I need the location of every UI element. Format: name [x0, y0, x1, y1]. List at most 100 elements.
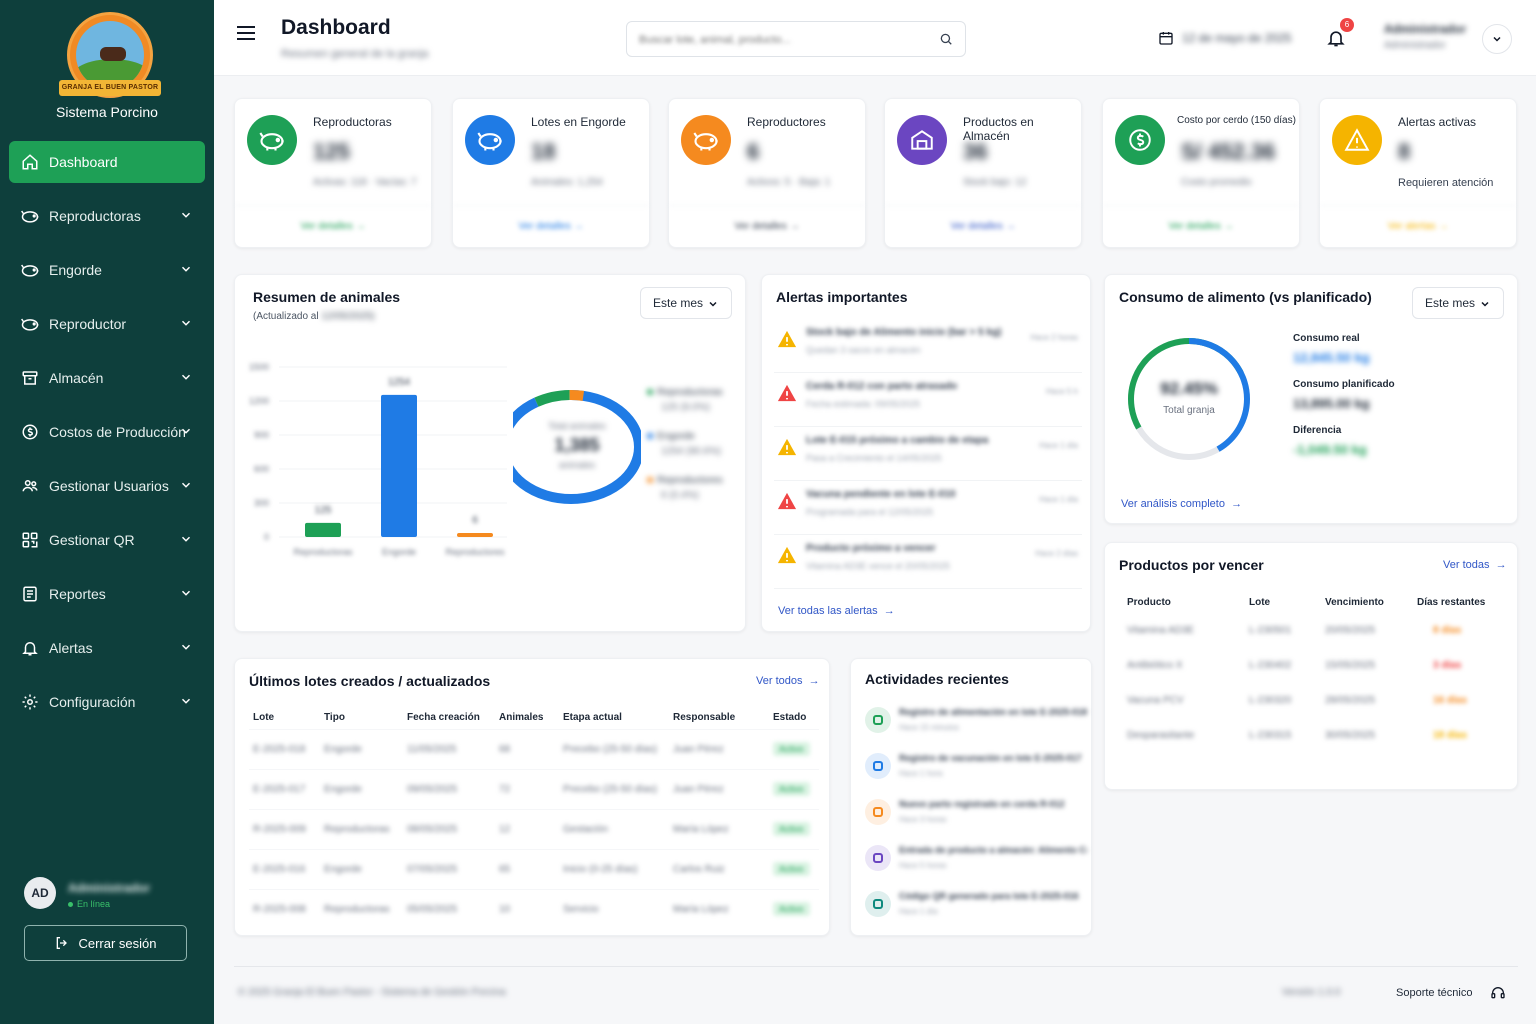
sidebar-item-label: Gestionar Usuarios	[49, 478, 169, 494]
legend-name: Reproductoras	[657, 387, 723, 398]
stat-card-reproductores: Reproductores 6 Activos: 5 · Baja: 1 Ver…	[668, 98, 866, 248]
cell-etapa: Inicio (0-25 días)	[563, 863, 638, 875]
sidebar-item-reportes[interactable]: Reportes	[9, 573, 205, 615]
full-analysis-link[interactable]: Ver análisis completo →	[1121, 498, 1242, 510]
search-input[interactable]	[639, 30, 919, 50]
table-row[interactable]: R-2025-009 Reproductoras 08/05/2025 12 Gesta…	[249, 809, 819, 849]
column-header: Fecha creación	[407, 712, 480, 724]
cell-tipo: Engorde	[324, 743, 362, 755]
donut-unit: animales	[558, 460, 596, 470]
app-name: Sistema Porcino	[56, 104, 158, 120]
sidebar-item-label: Gestionar QR	[49, 532, 135, 548]
cell-fecha: 09/05/2025	[407, 783, 458, 795]
sidebar-item-reproductoras[interactable]: Reproductoras	[9, 195, 205, 237]
table-row[interactable]: E-2025-016 Engorde 07/05/2025 65 Inicio (0-2…	[249, 849, 819, 889]
donut-label: Total animales	[548, 421, 606, 431]
chevron-down-icon	[181, 212, 191, 218]
header-user[interactable]: Administrador Administrador	[1384, 22, 1484, 54]
updated-note: (Actualizado al 12/05/2025)	[253, 311, 375, 322]
stat-details-link[interactable]: Ver detalles →	[669, 205, 865, 247]
stat-details-link[interactable]: Ver alertas →	[1320, 205, 1516, 247]
activity-item[interactable]: Nuevo parto registrado en cerda R-012 Hac…	[863, 791, 1089, 837]
alert-item[interactable]: Cerda R-012 con parto atrasado Fecha esti…	[774, 373, 1082, 427]
table-row[interactable]: Vitamina AD3E L-230501 20/05/2025 8 días	[1119, 613, 1507, 648]
stat-details-link[interactable]: Ver detalles →	[1103, 205, 1299, 247]
table-row[interactable]: E-2025-018 Engorde 11/05/2025 68 Precebo (25…	[249, 729, 819, 769]
headset-icon[interactable]	[1490, 985, 1506, 1001]
logout-label: Cerrar sesión	[78, 935, 157, 951]
bar-value-label: 6	[472, 515, 478, 526]
alert-detail: Pasa a Crecimiento el 14/05/2025	[806, 453, 942, 463]
menu-icon[interactable]	[236, 24, 256, 42]
sidebar-item-label: Almacén	[49, 370, 104, 386]
table-row[interactable]: Desparasitante L-230315 30/05/2025 18 días	[1119, 718, 1507, 753]
see-all-products-link[interactable]: Ver todas →	[1443, 559, 1507, 571]
search-icon[interactable]	[939, 32, 953, 46]
gear-icon	[19, 691, 41, 713]
link-label: Ver todas	[1443, 559, 1490, 571]
user-menu-button[interactable]	[1482, 24, 1512, 54]
alert-item[interactable]: Producto próximo a vencer Vitamina AD3E v…	[774, 535, 1082, 589]
donut-center: Total animales 1,385 animales	[513, 421, 641, 470]
activity-time: Hace 1 hora	[899, 769, 943, 778]
stat-details-link[interactable]: Ver detalles →	[885, 205, 1081, 247]
sidebar-item-costos[interactable]: Costos de Producción	[9, 411, 205, 453]
alert-item[interactable]: Lote E-015 próximo a cambio de etapa Pasa…	[774, 427, 1082, 481]
dollar-circle-icon	[19, 421, 41, 443]
table-row[interactable]: R-2025-008 Reproductoras 05/05/2025 10 Servi…	[249, 889, 819, 929]
footer: © 2025 Granja El Buen Pastor - Sistema d…	[234, 966, 1518, 999]
bar-value-label: 1254	[388, 377, 411, 388]
activity-item[interactable]: Registro de alimentación en lote E-2025-…	[863, 699, 1089, 745]
sidebar-item-configuracion[interactable]: Configuración	[9, 681, 205, 723]
see-all-alerts-link[interactable]: Ver todas las alertas →	[778, 605, 895, 617]
sidebar-item-reproductor[interactable]: Reproductor	[9, 303, 205, 345]
bell-icon	[19, 637, 41, 659]
alert-item[interactable]: Stock bajo de Alimento inicio (bar > 5 k…	[774, 319, 1082, 373]
alert-item[interactable]: Vacuna pendiente en lote E-010 Programada…	[774, 481, 1082, 535]
diff-label: Diferencia	[1293, 425, 1342, 436]
stat-label: Lotes en Engorde	[531, 115, 626, 129]
table-row[interactable]: Antibiótico X L-230402 15/05/2025 3 días	[1119, 648, 1507, 683]
productos-table: Producto Lote Vencimiento Días restantes…	[1119, 591, 1507, 753]
sidebar-item-engorde[interactable]: Engorde	[9, 249, 205, 291]
column-header: Producto	[1127, 596, 1171, 608]
activity-time: Hace 15 minutos	[899, 723, 960, 732]
sidebar-item-label: Reproductor	[49, 316, 127, 332]
stat-details-link[interactable]: Ver detalles →	[235, 205, 431, 247]
chevron-down-icon	[181, 320, 191, 326]
activity-item[interactable]: Código QR generado para lote E-2025-016 H…	[863, 883, 1089, 929]
qr-code-icon	[19, 529, 41, 551]
cell-vencimiento: 15/05/2025	[1325, 660, 1376, 671]
see-all-lots-link[interactable]: Ver todos →	[756, 675, 820, 687]
status-badge: Activo	[773, 902, 810, 917]
sidebar-item-dashboard[interactable]: Dashboard	[9, 141, 205, 183]
activity-item[interactable]: Registro de vacunación en lote E-2025-01…	[863, 745, 1089, 791]
table-row[interactable]: Vacuna PCV L-230320 28/05/2025 16 días	[1119, 683, 1507, 718]
activity-time: Hace 1 día	[899, 907, 938, 916]
report-icon	[19, 583, 41, 605]
bar	[381, 394, 417, 537]
sidebar-item-usuarios[interactable]: Gestionar Usuarios	[9, 465, 205, 507]
sidebar-item-qr[interactable]: Gestionar QR	[9, 519, 205, 561]
alert-time: Hace 1 día	[1039, 495, 1078, 504]
productos-vencer-card: Productos por vencer Ver todas → Product…	[1104, 542, 1518, 790]
cell-lote: E-2025-017	[253, 783, 306, 795]
header-user-name: Administrador	[1384, 22, 1467, 36]
activity-item[interactable]: Entrada de producto a almacén: Alimento …	[863, 837, 1089, 883]
support-link[interactable]: Soporte técnico	[1396, 987, 1472, 999]
real-value: 12,845.50 kg	[1293, 350, 1370, 365]
stat-details-link[interactable]: Ver detalles →	[453, 205, 649, 247]
column-header: Estado	[773, 712, 807, 724]
pig-icon	[19, 313, 41, 335]
sidebar-item-alertas[interactable]: Alertas	[9, 627, 205, 669]
home-icon	[19, 151, 41, 173]
logout-button[interactable]: Cerrar sesión	[24, 925, 187, 961]
stat-value: 36	[963, 139, 988, 164]
footer-copyright: © 2025 Granja El Buen Pastor - Sistema d…	[238, 987, 506, 998]
period-select[interactable]: Este mes	[1412, 287, 1504, 319]
shield-icon	[865, 753, 891, 779]
table-row[interactable]: E-2025-017 Engorde 09/05/2025 72 Precebo (25…	[249, 769, 819, 809]
sidebar-item-almacen[interactable]: Almacén	[9, 357, 205, 399]
alert-title: Vacuna pendiente en lote E-010	[806, 489, 956, 500]
period-select[interactable]: Este mes	[640, 287, 732, 319]
